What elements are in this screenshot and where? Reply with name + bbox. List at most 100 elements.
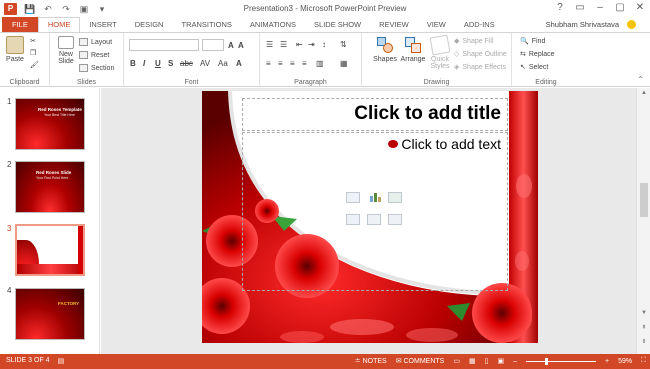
slide-thumbnail[interactable]: Red Roses Template Your Best Title Here — [15, 98, 85, 150]
vertical-scrollbar[interactable]: ▲ ▼ ⇞ ⇟ — [636, 88, 650, 354]
slide-thumbnail[interactable]: Red Roses Slide Your First Point Here — [15, 161, 85, 213]
tab-transitions[interactable]: TRANSITIONS — [172, 17, 240, 33]
arrange-button[interactable]: Arrange — [399, 36, 427, 63]
maximize-icon[interactable]: ▢ — [610, 0, 630, 16]
scroll-up-icon[interactable]: ▲ — [637, 90, 650, 96]
fit-slide-icon[interactable]: ⛶ — [641, 357, 646, 365]
shape-outline-button[interactable]: ◇ Shape Outline — [454, 50, 507, 59]
tab-animations[interactable]: ANIMATIONS — [241, 17, 305, 33]
minimize-icon[interactable]: – — [590, 0, 610, 16]
previous-slide-icon[interactable]: ⇞ — [637, 324, 650, 331]
normal-view-icon[interactable]: ▭ — [453, 357, 460, 365]
next-slide-icon[interactable]: ⇟ — [637, 338, 650, 345]
reset-icon — [79, 51, 88, 59]
reset-button[interactable]: Reset — [79, 51, 109, 59]
insert-video-icon[interactable] — [388, 214, 402, 225]
text-direction-icon[interactable]: ⇅ — [340, 40, 347, 49]
thumbnail-title: FACTORY — [58, 301, 80, 306]
shrink-font-icon[interactable]: A — [238, 41, 244, 50]
tab-design[interactable]: DESIGN — [126, 17, 173, 33]
tab-view[interactable]: VIEW — [418, 17, 455, 33]
character-spacing-button[interactable]: AV — [200, 59, 210, 68]
select-button[interactable]: ↖ Select — [520, 63, 548, 72]
ribbon: Paste ✂ ❐ 🖌 Clipboard New Slide Layout R… — [0, 32, 650, 87]
help-icon[interactable]: ? — [550, 0, 570, 16]
underline-button[interactable]: U — [155, 59, 161, 68]
slides-group-label: Slides — [76, 79, 97, 86]
zoom-out-icon[interactable]: – — [513, 358, 517, 365]
find-button[interactable]: 🔍 Find — [520, 37, 545, 46]
line-spacing-icon[interactable]: ↕ — [322, 40, 326, 49]
font-color-button[interactable]: A — [236, 59, 242, 68]
bullets-icon[interactable]: ☰ — [266, 40, 273, 49]
feedback-smiley-icon[interactable] — [627, 20, 636, 29]
numbering-icon[interactable]: ☰ — [280, 40, 287, 49]
shape-effects-button[interactable]: ◈ Shape Effects — [454, 63, 506, 72]
zoom-in-icon[interactable]: + — [605, 358, 609, 365]
spell-check-icon[interactable]: ▤ — [58, 357, 65, 365]
strikethrough-button[interactable]: abc — [180, 59, 193, 68]
scroll-down-icon[interactable]: ▼ — [637, 310, 650, 316]
font-group: A A B I U S abc AV Aa A Font — [124, 33, 260, 87]
slide-show-view-icon[interactable]: ▣ — [497, 357, 504, 365]
replace-button[interactable]: ⇆ Replace — [520, 50, 555, 59]
tab-add-ins[interactable]: ADD-INS — [455, 17, 504, 33]
current-slide[interactable]: Click to add title Click to add text — [202, 91, 538, 343]
italic-button[interactable]: I — [143, 59, 145, 68]
smartart-icon[interactable]: ▦ — [340, 59, 348, 68]
shapes-button[interactable]: Shapes — [372, 36, 398, 63]
paragraph-group-label: Paragraph — [294, 79, 327, 86]
reading-view-icon[interactable]: ▯ — [485, 357, 489, 365]
section-button[interactable]: Section — [79, 64, 114, 72]
format-painter-icon[interactable]: 🖌 — [30, 61, 39, 69]
tab-slide-show[interactable]: SLIDE SHOW — [305, 17, 370, 33]
align-right-icon[interactable]: ≡ — [290, 59, 295, 68]
shape-fill-button[interactable]: ◆ Shape Fill — [454, 37, 494, 46]
align-left-icon[interactable]: ≡ — [266, 59, 271, 68]
zoom-level[interactable]: 59% — [618, 358, 632, 365]
insert-smartart-icon[interactable] — [388, 192, 402, 203]
ribbon-display-icon[interactable]: ▭ — [570, 0, 590, 16]
tab-review[interactable]: REVIEW — [370, 17, 418, 33]
title-placeholder[interactable]: Click to add title — [242, 98, 508, 131]
paste-button[interactable]: Paste — [4, 36, 26, 63]
slide-sorter-view-icon[interactable]: ▦ — [469, 357, 476, 365]
scrollbar-thumb[interactable] — [640, 183, 648, 217]
increase-indent-icon[interactable]: ⇥ — [308, 40, 315, 49]
copy-icon[interactable]: ❐ — [30, 49, 36, 57]
grow-font-icon[interactable]: A — [228, 41, 234, 50]
cut-icon[interactable]: ✂ — [30, 37, 36, 45]
tab-insert[interactable]: INSERT — [80, 17, 125, 33]
comments-button[interactable]: ✉ COMMENTS — [396, 357, 445, 365]
bold-button[interactable]: B — [130, 59, 136, 68]
zoom-slider-knob[interactable] — [545, 357, 549, 365]
slide-thumbnail-selected[interactable] — [15, 224, 85, 276]
insert-picture-icon[interactable] — [346, 214, 360, 225]
font-size-select[interactable] — [202, 39, 224, 51]
insert-table-icon[interactable] — [346, 192, 360, 203]
tab-home[interactable]: HOME — [37, 17, 81, 33]
align-center-icon[interactable]: ≡ — [278, 59, 283, 68]
layout-button[interactable]: Layout — [79, 38, 112, 46]
section-label: Section — [91, 64, 115, 72]
change-case-button[interactable]: Aa — [218, 59, 228, 68]
justify-icon[interactable]: ≡ — [302, 59, 307, 68]
slide-number: 1 — [7, 97, 12, 106]
close-icon[interactable]: ✕ — [630, 0, 650, 16]
text-shadow-button[interactable]: S — [168, 59, 173, 68]
slide-number: 3 — [7, 224, 12, 233]
new-slide-button[interactable]: New Slide — [53, 36, 79, 65]
insert-chart-icon[interactable] — [367, 192, 381, 203]
notes-button[interactable]: ≐ NOTES — [355, 357, 387, 365]
columns-icon[interactable]: ▥ — [316, 59, 324, 68]
collapse-ribbon-icon[interactable]: ⌃ — [637, 75, 644, 84]
zoom-slider[interactable] — [525, 357, 596, 365]
user-account[interactable]: Shubham Shrivastava — [546, 20, 636, 29]
tab-file[interactable]: FILE — [2, 17, 38, 33]
content-placeholder[interactable]: Click to add text — [242, 132, 508, 291]
quick-styles-button[interactable]: Quick Styles — [428, 34, 452, 70]
slide-thumbnail[interactable]: FACTORY — [15, 288, 85, 340]
decrease-indent-icon[interactable]: ⇤ — [296, 40, 303, 49]
insert-online-picture-icon[interactable] — [367, 214, 381, 225]
font-name-select[interactable] — [129, 39, 199, 51]
